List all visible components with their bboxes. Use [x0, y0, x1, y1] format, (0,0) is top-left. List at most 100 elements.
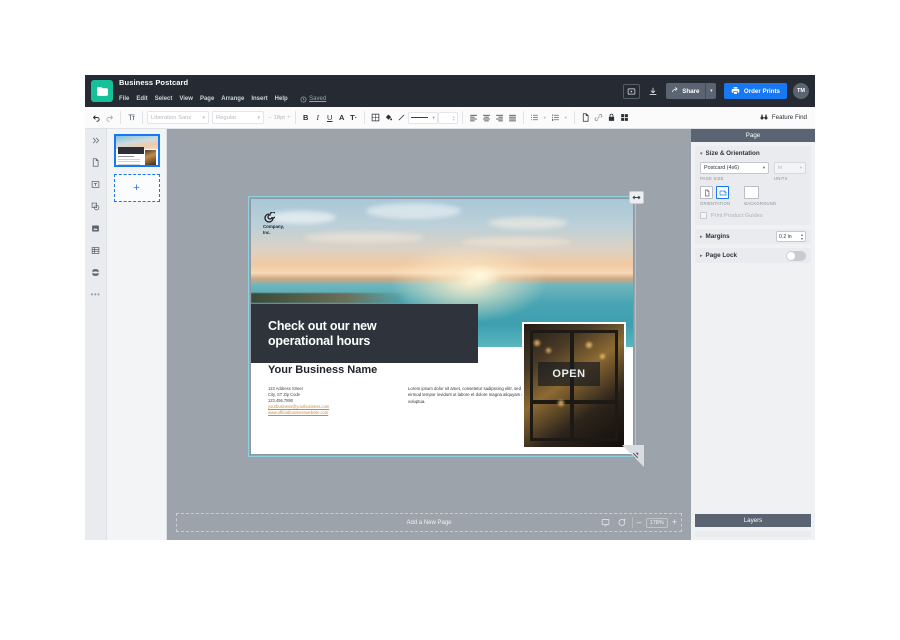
grid-icon[interactable] — [618, 113, 631, 122]
text-format-icon[interactable] — [125, 113, 138, 122]
left-tool-rail: ••• — [85, 129, 107, 540]
margins-header: ▸ Margins — [700, 233, 730, 240]
app-header: Business Postcard File Edit Select View … — [85, 75, 815, 107]
underline-button[interactable]: U — [324, 113, 336, 122]
print-guides-checkbox[interactable] — [700, 212, 707, 219]
font-size-increase[interactable]: + — [287, 114, 291, 121]
document-title: Business Postcard — [119, 78, 189, 87]
share-dropdown-caret[interactable]: ▾ — [705, 83, 717, 99]
share-button[interactable]: Share — [666, 83, 706, 99]
add-page-button[interactable]: + — [113, 174, 160, 202]
font-color-button[interactable]: A — [336, 113, 348, 122]
align-right-icon[interactable] — [493, 113, 506, 122]
app-logo-icon[interactable] — [91, 80, 113, 102]
avatar[interactable]: TM — [793, 83, 809, 99]
cloud-decoration — [487, 216, 568, 229]
present-button[interactable] — [623, 83, 641, 99]
bullet-list-caret[interactable]: ▾ — [541, 115, 549, 121]
website-link[interactable]: www.officialbusinesswebsite.com — [268, 410, 388, 416]
align-center-icon[interactable] — [480, 113, 493, 122]
border-icon[interactable] — [369, 113, 382, 122]
download-button[interactable] — [646, 86, 660, 97]
postcard-artboard[interactable]: Company, Inc. Check out our new operatio… — [251, 199, 633, 454]
sidebar-item-pages[interactable] — [89, 156, 103, 169]
sidebar-item-shapes[interactable] — [89, 200, 103, 213]
line-style-select[interactable]: ▾ — [407, 111, 438, 124]
margins-label: Margins — [705, 233, 730, 240]
menu-item-file[interactable]: File — [119, 96, 129, 102]
font-style-select[interactable]: Regular ▾ — [212, 111, 264, 124]
expand-panel-icon[interactable] — [89, 134, 103, 147]
layers-panel-header[interactable]: Layers — [695, 514, 811, 527]
print-guides-row[interactable]: Print Product Guides — [700, 212, 806, 219]
orientation-landscape-button[interactable] — [716, 186, 729, 199]
sidebar-item-text[interactable] — [89, 178, 103, 191]
page-lock-section[interactable]: ▸ Page Lock — [695, 248, 811, 263]
print-guides-label: Print Product Guides — [711, 212, 763, 219]
more-options-icon[interactable]: ••• — [89, 288, 103, 301]
margins-section[interactable]: ▸ Margins 0.2 in ▴ ▾ — [695, 229, 811, 244]
landscape-page-icon — [719, 190, 726, 195]
open-sign-photo[interactable]: OPEN — [522, 322, 626, 449]
bold-button[interactable]: B — [300, 113, 312, 122]
formatting-toolbar: Liberation Sans ▾ Regular ▾ – 18pt + B I… — [85, 107, 815, 129]
menu-item-page[interactable]: Page — [200, 96, 214, 102]
font-family-select[interactable]: Liberation Sans ▾ — [147, 111, 209, 124]
font-size-value[interactable]: 18pt — [274, 115, 285, 121]
monitor-icon[interactable] — [600, 518, 612, 527]
resize-handle-southeast[interactable] — [622, 445, 644, 467]
sidebar-item-tables[interactable] — [89, 244, 103, 257]
thumbnail-open-photo — [144, 150, 156, 165]
sidebar-item-images[interactable] — [89, 222, 103, 235]
page-icon[interactable] — [579, 113, 592, 122]
menu-item-insert[interactable]: Insert — [251, 96, 267, 102]
menu-item-edit[interactable]: Edit — [136, 96, 147, 102]
letter-spacing-button[interactable]: T· — [348, 113, 360, 122]
saved-status[interactable]: Saved — [300, 90, 326, 108]
link-icon[interactable] — [592, 113, 605, 122]
contact-block[interactable]: 123 Address Street City, ST Zip Code 123… — [268, 386, 388, 416]
units-caption: UNITS — [774, 176, 788, 181]
margins-input[interactable]: 0.2 in ▴ ▾ — [776, 231, 806, 242]
zoom-out-button[interactable]: – — [637, 518, 642, 527]
zoom-in-button[interactable]: + — [672, 518, 677, 527]
background-swatch[interactable] — [744, 186, 760, 199]
resize-diagonal-icon — [632, 452, 638, 458]
redo-icon[interactable] — [103, 113, 116, 122]
italic-button[interactable]: I — [312, 113, 324, 122]
feature-find-button[interactable]: Feature Find — [759, 113, 810, 123]
zoom-level-value[interactable]: 178% — [645, 517, 668, 528]
page-size-select[interactable]: Postcard (4x6) ▾ — [700, 162, 769, 174]
design-canvas[interactable]: Company, Inc. Check out our new operatio… — [167, 129, 691, 540]
align-left-icon[interactable] — [467, 113, 480, 122]
menu-item-help[interactable]: Help — [275, 96, 288, 102]
numbered-list-caret[interactable]: ▾ — [562, 115, 570, 121]
fill-bucket-icon[interactable] — [382, 113, 395, 122]
lock-icon[interactable] — [605, 113, 618, 122]
size-orientation-header[interactable]: ▾ Size & Orientation — [700, 150, 806, 157]
line-icon[interactable] — [395, 113, 408, 122]
sidebar-item-data[interactable] — [89, 266, 103, 279]
spinner-arrows-icon: ▴ ▾ — [800, 232, 803, 241]
order-prints-button[interactable]: Order Prints — [724, 83, 787, 99]
comment-icon[interactable] — [616, 518, 628, 527]
font-size-decrease[interactable]: – — [268, 114, 272, 121]
align-justify-icon[interactable] — [506, 113, 519, 122]
open-sign-text: OPEN — [552, 368, 586, 380]
page-thumbnail-1[interactable] — [113, 134, 160, 167]
resize-handle-east[interactable] — [629, 191, 644, 204]
zoom-controls: – 178% + — [600, 515, 677, 530]
bullet-list-icon[interactable] — [528, 113, 541, 122]
company-logo[interactable]: Company, Inc. — [263, 212, 284, 235]
menu-item-arrange[interactable]: Arrange — [221, 96, 244, 102]
menu-item-select[interactable]: Select — [155, 96, 173, 102]
menu-item-view[interactable]: View — [179, 96, 193, 102]
numbered-list-icon[interactable] — [549, 113, 562, 122]
units-select[interactable]: in ▾ — [774, 162, 806, 174]
page-lock-toggle[interactable] — [786, 250, 806, 261]
orientation-portrait-button[interactable] — [700, 186, 713, 199]
line-width-input[interactable]: ▴ ▾ — [437, 111, 458, 124]
headline-band[interactable]: Check out our new operational hours — [251, 304, 478, 363]
business-name[interactable]: Your Business Name — [268, 364, 377, 376]
undo-icon[interactable] — [90, 113, 103, 122]
